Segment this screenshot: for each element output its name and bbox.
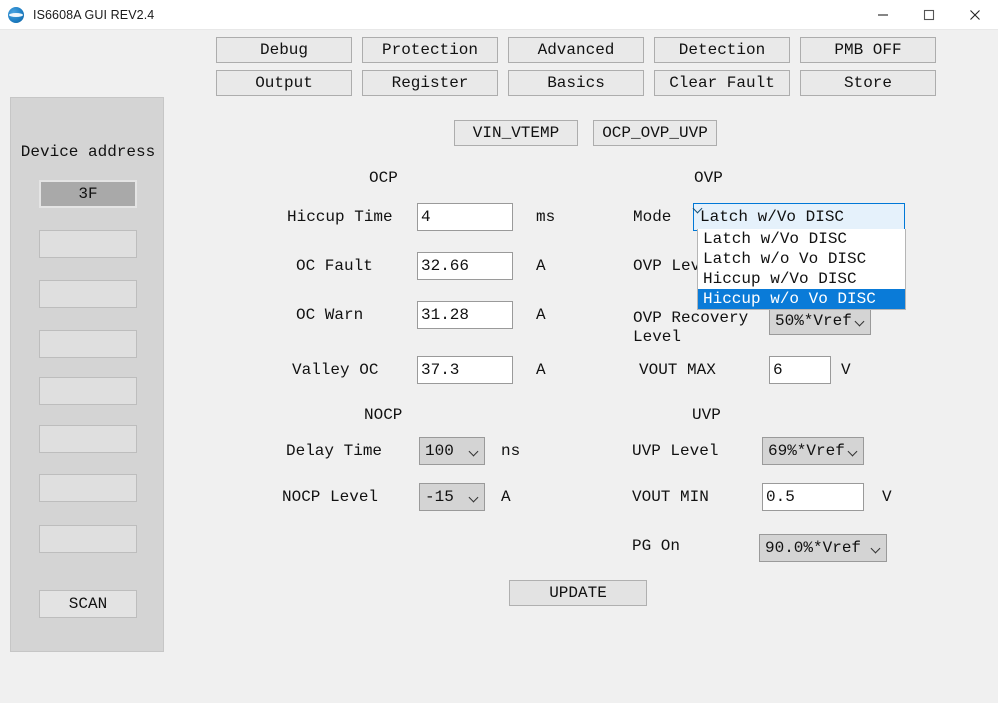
select-ovp-mode-options[interactable]: Latch w/Vo DISC Latch w/o Vo DISC Hiccup… xyxy=(697,229,906,310)
select-pg-on-value: 90.0%*Vref xyxy=(765,539,861,557)
label-delay-time: Delay Time xyxy=(286,442,382,461)
input-valley-oc[interactable]: 37.3 xyxy=(417,356,513,384)
unit-vout-max: V xyxy=(841,361,851,379)
nav-button-clear-fault[interactable]: Clear Fault xyxy=(654,70,790,96)
select-ovp-recovery-level[interactable]: 50%*Vref xyxy=(769,307,871,335)
select-ovp-mode-value: Latch w/Vo DISC xyxy=(700,208,844,226)
unit-vout-min: V xyxy=(882,488,892,506)
minimize-icon[interactable] xyxy=(860,0,906,30)
scan-button[interactable]: SCAN xyxy=(39,590,137,618)
label-oc-fault: OC Fault xyxy=(296,257,373,276)
section-title-ocp: OCP xyxy=(369,169,398,187)
device-address-label: Device address xyxy=(17,143,159,161)
label-oc-warn: OC Warn xyxy=(296,306,363,325)
select-delay-time-value: 100 xyxy=(425,442,454,460)
label-ovp-mode: Mode xyxy=(633,208,671,227)
unit-oc-fault: A xyxy=(536,257,546,275)
unit-hiccup-time: ms xyxy=(536,208,555,226)
label-vout-min: VOUT MIN xyxy=(632,488,709,507)
chevron-down-icon xyxy=(470,447,479,456)
label-nocp-level: NOCP Level xyxy=(282,488,378,507)
select-ovp-mode[interactable]: Latch w/Vo DISC xyxy=(693,203,905,231)
option-hiccup-w-vo-disc[interactable]: Hiccup w/Vo DISC xyxy=(698,269,905,289)
nav-button-detection[interactable]: Detection xyxy=(654,37,790,63)
nav-button-register[interactable]: Register xyxy=(362,70,498,96)
option-hiccup-wo-vo-disc[interactable]: Hiccup w/o Vo DISC xyxy=(698,289,905,309)
input-oc-fault[interactable]: 32.66 xyxy=(417,252,513,280)
address-button-5[interactable] xyxy=(39,425,137,453)
maximize-icon[interactable] xyxy=(906,0,952,30)
tab-vin-vtemp[interactable]: VIN_VTEMP xyxy=(454,120,578,146)
section-title-ovp: OVP xyxy=(694,169,723,187)
unit-oc-warn: A xyxy=(536,306,546,324)
section-title-uvp: UVP xyxy=(692,406,721,424)
input-vout-max[interactable]: 6 xyxy=(769,356,831,384)
select-nocp-level[interactable]: -15 xyxy=(419,483,485,511)
select-uvp-level-value: 69%*Vref xyxy=(768,442,845,460)
address-button-2[interactable] xyxy=(39,280,137,308)
address-button-3[interactable] xyxy=(39,330,137,358)
address-button-6[interactable] xyxy=(39,474,137,502)
nav-button-protection[interactable]: Protection xyxy=(362,37,498,63)
chevron-down-icon xyxy=(856,317,865,326)
nav-button-output[interactable]: Output xyxy=(216,70,352,96)
label-ovp-recovery-line1: OVP Recovery xyxy=(633,309,748,328)
device-address-panel: Device address 3F SCAN xyxy=(10,97,164,652)
unit-delay-time: ns xyxy=(501,442,520,460)
chevron-down-icon xyxy=(470,493,479,502)
unit-nocp-level: A xyxy=(501,488,511,506)
select-delay-time[interactable]: 100 xyxy=(419,437,485,465)
input-oc-warn[interactable]: 31.28 xyxy=(417,301,513,329)
nav-button-store[interactable]: Store xyxy=(800,70,936,96)
chevron-down-icon xyxy=(849,447,858,456)
app-logo-icon xyxy=(8,7,24,23)
select-nocp-level-value: -15 xyxy=(425,488,454,506)
nav-button-pmb-off[interactable]: PMB OFF xyxy=(800,37,936,63)
label-ovp-recovery-line2: Level xyxy=(633,328,681,347)
unit-valley-oc: A xyxy=(536,361,546,379)
update-button[interactable]: UPDATE xyxy=(509,580,647,606)
tab-ocp-ovp-uvp[interactable]: OCP_OVP_UVP xyxy=(593,120,717,146)
select-ovp-recovery-level-value: 50%*Vref xyxy=(775,312,852,330)
label-vout-max: VOUT MAX xyxy=(639,361,716,380)
label-hiccup-time: Hiccup Time xyxy=(287,208,393,227)
title-bar: IS6608A GUI REV2.4 xyxy=(0,0,998,30)
window-title: IS6608A GUI REV2.4 xyxy=(33,8,154,22)
select-pg-on[interactable]: 90.0%*Vref xyxy=(759,534,887,562)
address-button-7[interactable] xyxy=(39,525,137,553)
address-button-0[interactable]: 3F xyxy=(39,180,137,208)
input-vout-min[interactable]: 0.5 xyxy=(762,483,864,511)
input-hiccup-time[interactable]: 4 xyxy=(417,203,513,231)
window-controls xyxy=(860,0,998,30)
nav-button-advanced[interactable]: Advanced xyxy=(508,37,644,63)
chevron-down-icon xyxy=(872,544,881,553)
label-pg-on: PG On xyxy=(632,537,680,556)
option-latch-wo-vo-disc[interactable]: Latch w/o Vo DISC xyxy=(698,249,905,269)
label-valley-oc: Valley OC xyxy=(292,361,378,380)
close-icon[interactable] xyxy=(952,0,998,30)
select-uvp-level[interactable]: 69%*Vref xyxy=(762,437,864,465)
nav-button-basics[interactable]: Basics xyxy=(508,70,644,96)
nav-button-debug[interactable]: Debug xyxy=(216,37,352,63)
address-button-1[interactable] xyxy=(39,230,137,258)
address-button-4[interactable] xyxy=(39,377,137,405)
section-title-nocp: NOCP xyxy=(364,406,402,424)
option-latch-w-vo-disc[interactable]: Latch w/Vo DISC xyxy=(698,229,905,249)
label-uvp-level: UVP Level xyxy=(632,442,718,461)
